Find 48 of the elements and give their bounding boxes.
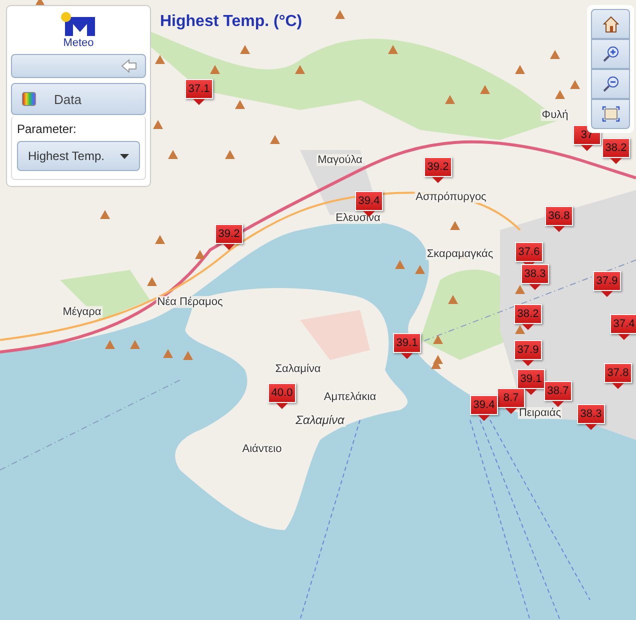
place-label: Μαγούλα — [316, 154, 364, 166]
zoom-out-icon — [602, 75, 620, 93]
place-label: Ασπρόπυργος — [414, 191, 488, 203]
home-button[interactable] — [591, 9, 630, 39]
zoom-in-button[interactable] — [591, 39, 630, 69]
temperature-marker[interactable]: 39.2 — [424, 157, 452, 177]
extent-icon — [602, 106, 620, 122]
map-title: Highest Temp. (°C) — [160, 13, 302, 31]
temperature-marker[interactable]: 39.4 — [470, 395, 498, 415]
temperature-marker[interactable]: 37.9 — [514, 340, 542, 360]
temperature-marker[interactable]: 37.4 — [610, 314, 636, 334]
color-spectrum-icon — [22, 92, 36, 106]
temperature-marker[interactable]: 37.8 — [604, 363, 632, 383]
place-label: Ελευσίνα — [334, 212, 382, 224]
house-icon — [602, 15, 620, 33]
temperature-marker[interactable]: 40.0 — [268, 383, 296, 403]
temperature-marker[interactable]: 39.4 — [355, 191, 383, 211]
temperature-marker[interactable]: 39.1 — [393, 333, 421, 353]
temperature-marker[interactable]: 38.3 — [521, 264, 549, 284]
arrow-left-icon — [121, 59, 137, 73]
parameter-label: Parameter: — [17, 122, 78, 136]
zoom-extent-button[interactable] — [591, 99, 630, 129]
caret-icon — [120, 154, 129, 158]
temperature-marker[interactable]: 37.9 — [593, 271, 621, 291]
data-button[interactable]: Data — [11, 83, 146, 115]
temperature-marker[interactable]: 38.3 — [577, 404, 605, 424]
zoom-in-icon — [602, 45, 620, 63]
temperature-marker[interactable]: 36.8 — [545, 206, 573, 226]
temperature-marker[interactable]: 39.1 — [517, 369, 545, 389]
place-label: Νέα Πέραμος — [156, 296, 224, 308]
temperature-marker[interactable]: 38.2 — [514, 304, 542, 324]
restricted-area — [300, 310, 370, 360]
place-label: Πειραιάς — [518, 407, 562, 419]
zoom-out-button[interactable] — [591, 69, 630, 99]
place-label: Αιάντειο — [241, 443, 283, 455]
temperature-marker[interactable]: 38.7 — [544, 381, 572, 401]
temperature-marker[interactable]: 8.7 — [497, 388, 525, 408]
place-label: Μέγαρα — [62, 306, 102, 318]
parameter-dropdown[interactable]: Highest Temp. — [17, 141, 140, 171]
place-label: Σαλαμίνα — [294, 413, 346, 427]
temperature-marker[interactable]: 37.1 — [185, 79, 213, 99]
temperature-marker[interactable]: 37.6 — [515, 242, 543, 262]
temperature-marker[interactable]: 38.2 — [602, 138, 630, 158]
temperature-marker[interactable]: 39.2 — [215, 224, 243, 244]
place-label: Σκαραμαγκάς — [426, 248, 494, 260]
place-label: Φυλή — [540, 109, 570, 121]
logo-text: Meteo — [63, 37, 94, 49]
place-label: Σαλαμίνα — [274, 363, 322, 375]
